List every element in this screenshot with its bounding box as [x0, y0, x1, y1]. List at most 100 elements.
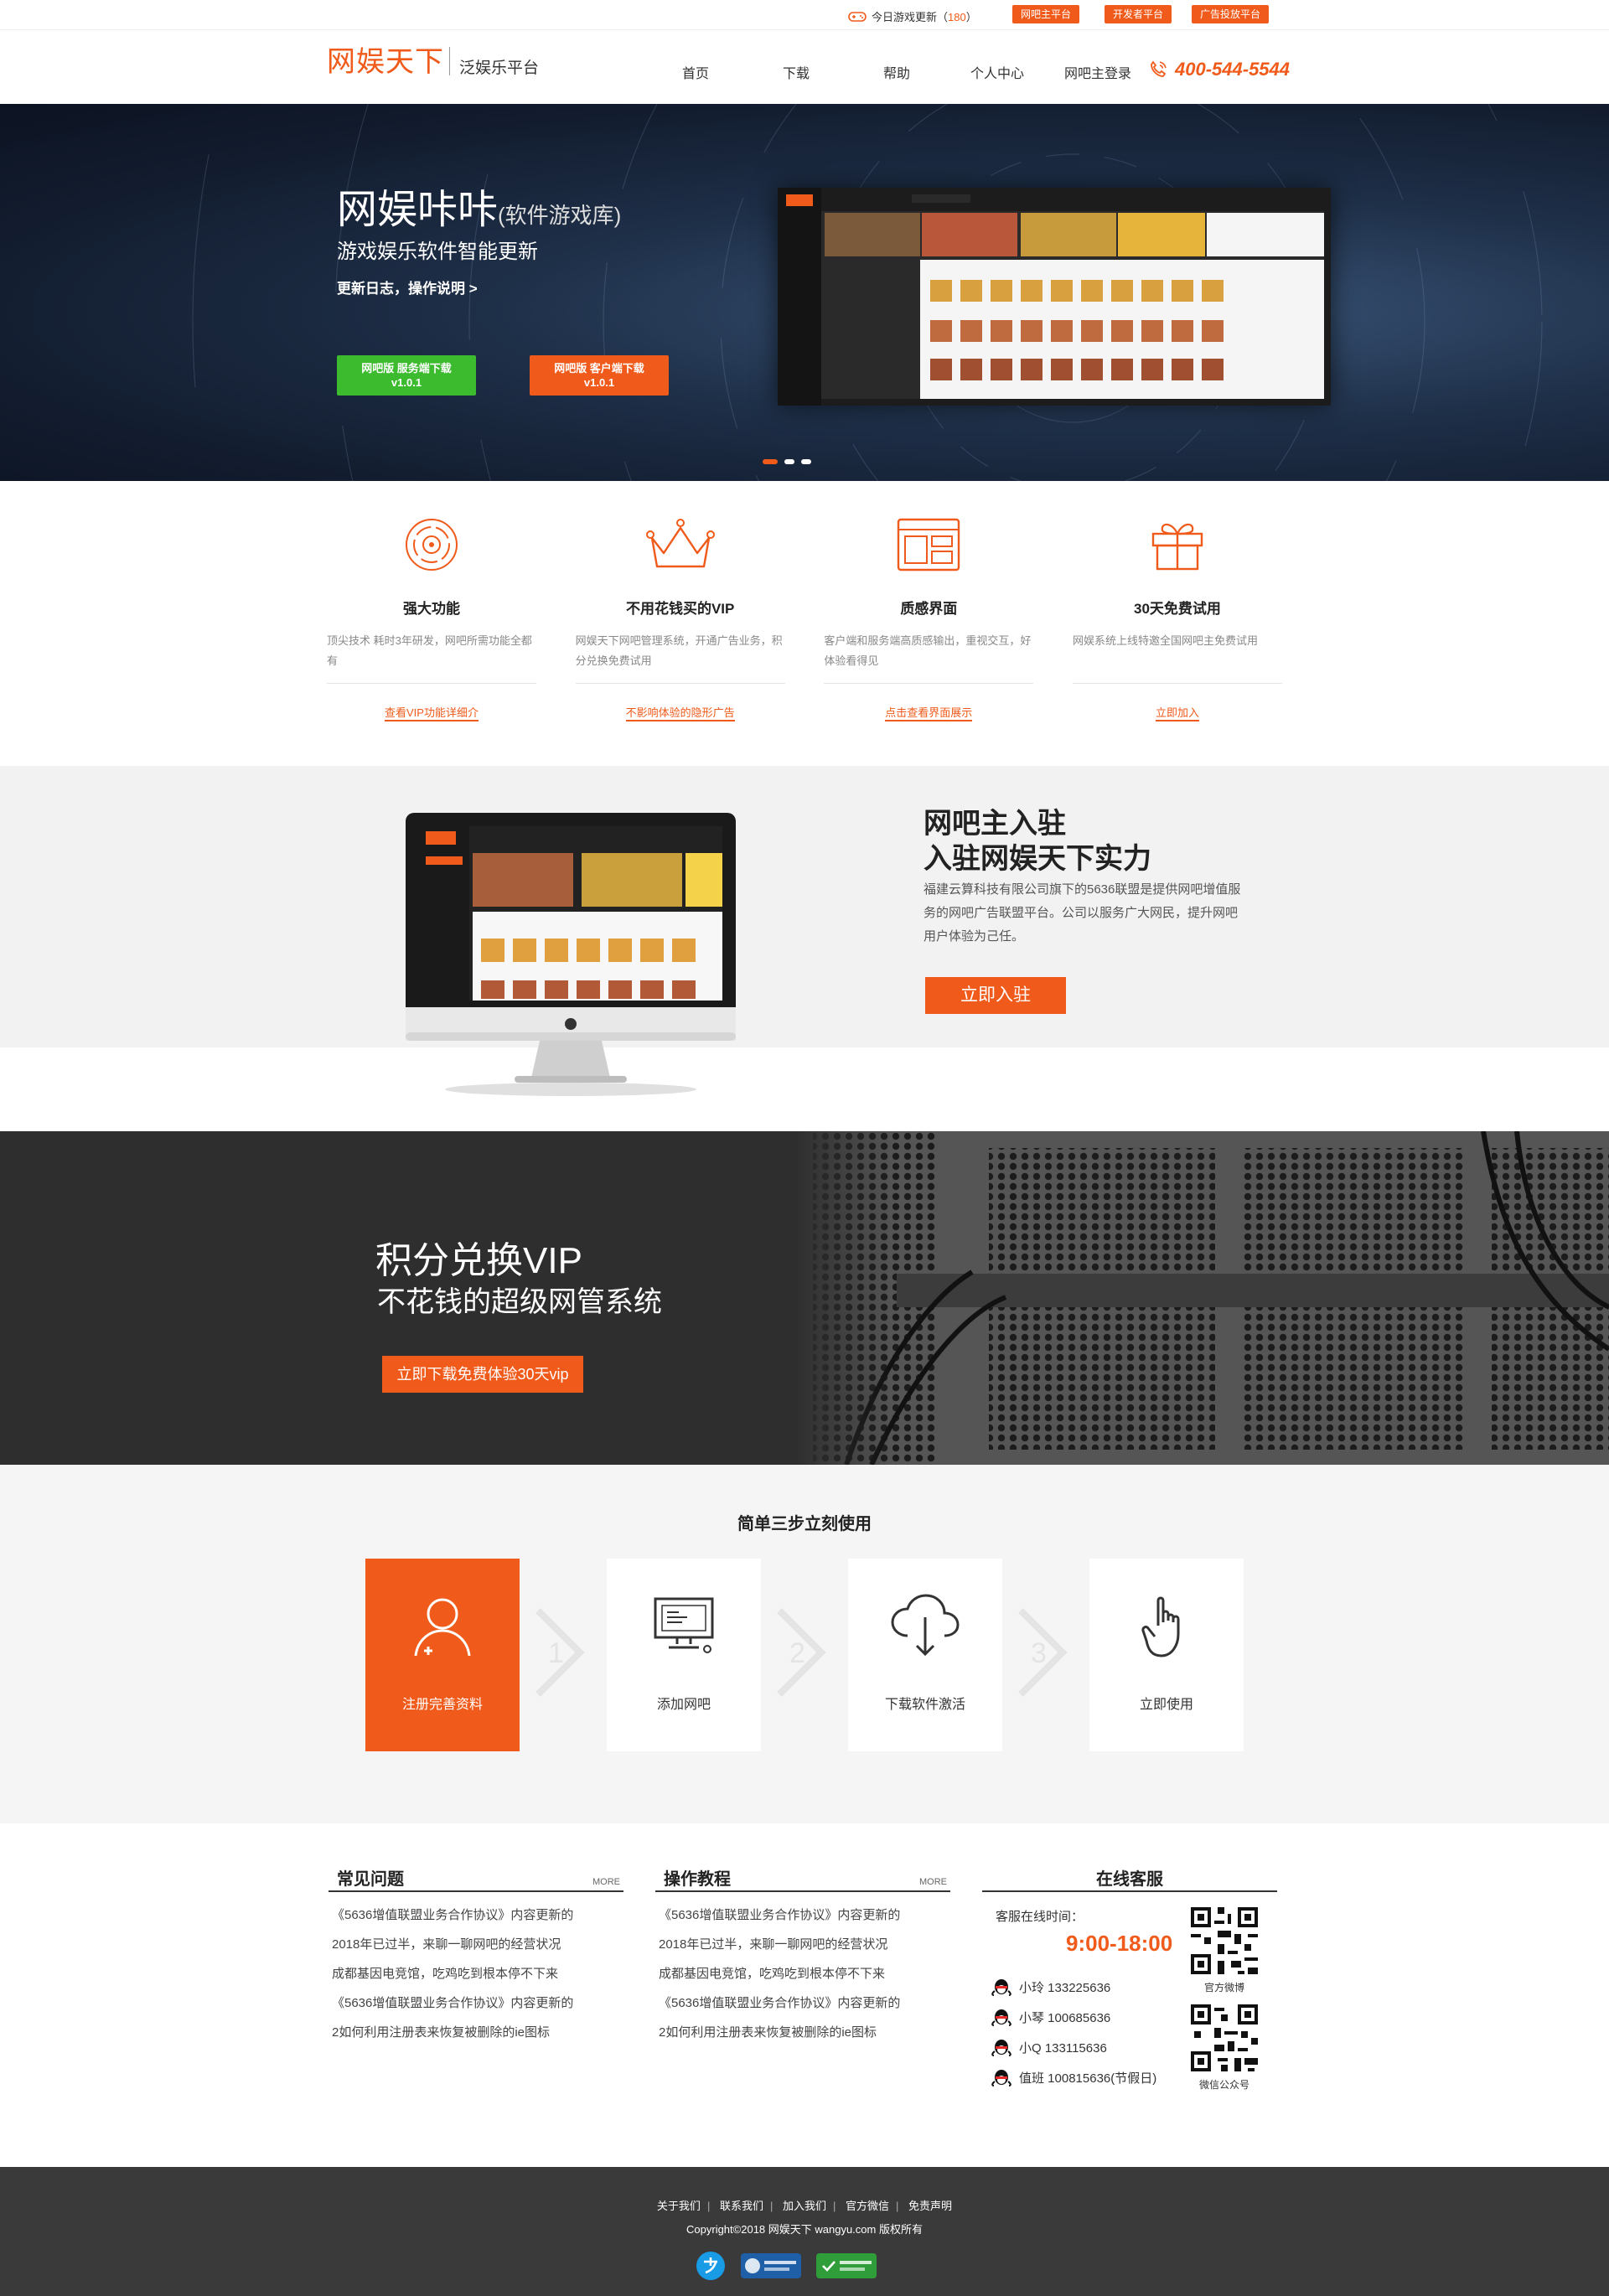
nav-download[interactable]: 下载 — [746, 62, 846, 82]
feature-link[interactable]: 点击查看界面展示 — [885, 704, 973, 721]
step-label: 添加网吧 — [656, 1698, 711, 1712]
vip-subtitle: 不花钱的超级网管系统 — [377, 1286, 662, 1318]
tutorial-title: 操作教程 — [664, 1870, 731, 1889]
contact-xiaoqin[interactable]: 小琴 100685636 — [991, 2008, 1110, 2026]
security-badge-icon[interactable] — [741, 2253, 801, 2278]
client-download-label: 网吧版 客户端下载 — [554, 362, 644, 375]
tutorial-more-link[interactable]: MORE — [919, 1877, 947, 1887]
join-title: 网吧主入驻 入驻网娱天下实力 — [923, 806, 1151, 877]
carousel-dot-1[interactable] — [763, 459, 778, 464]
qq-penguin-icon — [991, 2040, 1011, 2056]
update-count: 180 — [948, 11, 966, 23]
target-icon — [406, 519, 458, 571]
weibo-qr: 官方微博 — [1187, 1904, 1262, 1994]
server-download-label: 网吧版 服务端下载 — [361, 362, 452, 375]
feature-desc: 顶尖技术 耗时3年研发，网吧所需功能全都有 — [327, 634, 532, 667]
ad-platform-link[interactable]: 广告投放平台 — [1192, 5, 1270, 23]
hero-subtitle: 游戏娱乐软件智能更新 — [337, 240, 538, 263]
list-item[interactable]: 成都基因电竞馆，吃鸡吃到根本停不下来 — [655, 1959, 950, 1988]
list-item[interactable]: 《5636增值联盟业务合作协议》内容更新的 — [329, 1900, 623, 1930]
developer-platform-link[interactable]: 开发者平台 — [1105, 5, 1172, 23]
nav-owner-login[interactable]: 网吧主登录 — [1048, 62, 1148, 82]
list-item[interactable]: 《5636增值联盟业务合作协议》内容更新的 — [329, 1988, 623, 2018]
cloud-download-icon — [891, 1594, 960, 1657]
steps-title: 简单三步立刻使用 — [737, 1515, 872, 1533]
update-close: ） — [965, 11, 977, 23]
qr-caption: 官方微博 — [1203, 1982, 1244, 1993]
list-item[interactable]: 2018年已过半，来聊一聊网吧的经营状况 — [655, 1930, 950, 1959]
site-header: 网娱天下 泛娱乐平台 首页 下载 帮助 个人中心 网吧主登录 400-544-5… — [0, 30, 1609, 104]
vip-banner: 积分兑换VIP 不花钱的超级网管系统 立即下载免费体验30天vip — [0, 1131, 1609, 1465]
contact-text: 小琴 100685636 — [1019, 2010, 1111, 2025]
server-download-button[interactable]: 网吧版 服务端下载 v1.0.1 — [337, 355, 476, 396]
contact-text: 小玲 133225636 — [1019, 1980, 1111, 1995]
contact-on-duty[interactable]: 值班 100815636(节假日) — [991, 2068, 1156, 2087]
step-arrow-1: 1 — [535, 1608, 585, 1697]
feature-link[interactable]: 不影响体验的隐形广告 — [625, 704, 735, 721]
faq-more-link[interactable]: MORE — [592, 1877, 620, 1887]
list-item[interactable]: 《5636增值联盟业务合作协议》内容更新的 — [655, 1988, 950, 2018]
footer-link-wechat[interactable]: 官方微信 — [846, 2200, 889, 2212]
site-logo[interactable]: 网娱天下 — [327, 39, 444, 80]
gamepad-icon — [848, 11, 867, 22]
carousel-dot-3[interactable] — [801, 459, 811, 464]
server-download-version: v1.0.1 — [391, 376, 422, 389]
step-label: 下载软件激活 — [884, 1698, 965, 1712]
tutorial-header: 操作教程 MORE — [655, 1864, 950, 1892]
feature-title: 质感界面 — [900, 601, 958, 617]
list-item[interactable]: 2如何利用注册表来恢复被删除的ie图标 — [655, 2018, 950, 2047]
step-download-activate[interactable]: 下载软件激活 — [848, 1559, 1002, 1751]
join-now-button[interactable]: 立即入驻 — [925, 977, 1066, 1014]
step-label: 立即使用 — [1139, 1698, 1193, 1712]
carousel-dot-2[interactable] — [784, 459, 794, 464]
top-bar: 今日游戏更新（180） 网吧主平台 开发者平台 广告投放平台 — [0, 0, 1609, 30]
qq-penguin-icon — [991, 1979, 1011, 1996]
footer-link-disclaimer[interactable]: 免责声明 — [908, 2200, 952, 2212]
crown-icon — [645, 519, 715, 568]
step-register[interactable]: 注册完善资料 — [365, 1559, 520, 1751]
tutorial-column: 操作教程 MORE 《5636增值联盟业务合作协议》内容更新的 2018年已过半… — [655, 1864, 950, 2047]
step-arrow-number: 1 — [548, 1637, 564, 1669]
user-icon — [414, 1598, 471, 1657]
client-download-version: v1.0.1 — [583, 376, 615, 389]
step-start-using[interactable]: 立即使用 — [1089, 1559, 1244, 1751]
imac-mockup — [406, 813, 736, 1098]
alipay-badge-icon[interactable] — [696, 2251, 726, 2281]
feature-link[interactable]: 查看VIP功能详细介 — [385, 704, 479, 721]
contact-text: 小Q 133115636 — [1019, 2040, 1107, 2056]
changelog-link[interactable]: 更新日志，操作说明 > — [337, 277, 478, 297]
footer-link-contact[interactable]: 联系我们 — [720, 2200, 763, 2212]
main-nav: 首页 下载 帮助 个人中心 网吧主登录 — [645, 62, 1148, 82]
list-item[interactable]: 《5636增值联盟业务合作协议》内容更新的 — [655, 1900, 950, 1930]
netbar-owner-platform-link[interactable]: 网吧主平台 — [1012, 5, 1080, 23]
list-item[interactable]: 2018年已过半，来聊一聊网吧的经营状况 — [329, 1930, 623, 1959]
faq-title: 常见问题 — [337, 1870, 404, 1889]
service-header: 在线客服 — [982, 1864, 1277, 1892]
feature-free-trial: 30天免费试用 网娱系统上线特邀全国网吧主免费试用 立即加入 — [1072, 511, 1282, 721]
contact-xiaoling[interactable]: 小玲 133225636 — [991, 1978, 1110, 1996]
gift-icon — [1151, 523, 1203, 571]
copyright: Copyright©2018 网娱天下 wangyu.com 版权所有 — [686, 2223, 923, 2236]
footer-links: 关于我们 | 联系我们 | 加入我们 | 官方微信 | 免责声明 — [656, 2200, 953, 2212]
industry-verified-badge-icon[interactable] — [816, 2253, 877, 2278]
step-add-netbar[interactable]: 添加网吧 — [607, 1559, 761, 1751]
feature-divider — [1072, 683, 1282, 684]
footer-link-about[interactable]: 关于我们 — [657, 2200, 701, 2212]
nav-home[interactable]: 首页 — [645, 62, 746, 82]
list-item[interactable]: 2如何利用注册表来恢复被删除的ie图标 — [329, 2018, 623, 2047]
feature-divider — [327, 683, 536, 684]
feature-link[interactable]: 立即加入 — [1155, 704, 1199, 721]
nav-help[interactable]: 帮助 — [846, 62, 947, 82]
footer-link-join[interactable]: 加入我们 — [783, 2200, 826, 2212]
client-download-button[interactable]: 网吧版 客户端下载 v1.0.1 — [530, 355, 669, 396]
list-item[interactable]: 成都基因电竞馆，吃鸡吃到根本停不下来 — [329, 1959, 623, 1988]
hero-title: 网娱咔咔(软件游戏库) — [337, 176, 621, 235]
imac-mockup-art — [406, 813, 736, 1096]
step-arrow-2: 2 — [777, 1608, 826, 1697]
vip-trial-download-button[interactable]: 立即下载免费体验30天vip — [382, 1356, 583, 1393]
nav-user-center[interactable]: 个人中心 — [947, 62, 1048, 82]
service-title: 在线客服 — [1096, 1870, 1163, 1889]
contact-text: 值班 100815636(节假日) — [1019, 2071, 1157, 2086]
hero-title-note: (软件游戏库) — [498, 203, 622, 228]
contact-xiaoq[interactable]: 小Q 133115636 — [991, 2038, 1107, 2056]
